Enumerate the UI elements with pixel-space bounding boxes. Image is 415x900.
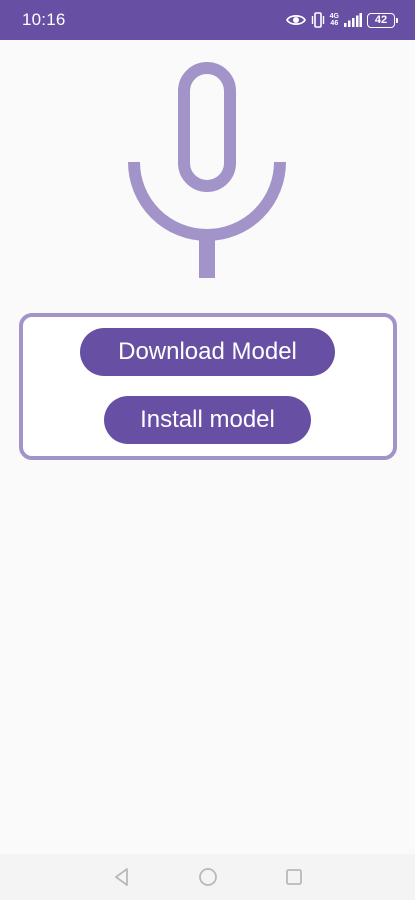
model-actions-card: Download Model Install model bbox=[19, 313, 397, 460]
status-icons: 4G 46 42 bbox=[285, 12, 398, 28]
network-type: 4G 46 bbox=[330, 13, 339, 27]
install-model-button[interactable]: Install model bbox=[104, 396, 311, 444]
home-icon[interactable] bbox=[197, 866, 219, 888]
battery-icon: 42 bbox=[367, 12, 398, 28]
navigation-bar bbox=[0, 854, 415, 900]
battery-level: 42 bbox=[374, 14, 388, 26]
vibrate-icon bbox=[311, 12, 325, 28]
network-type-top: 4G bbox=[329, 13, 339, 20]
status-time: 10:16 bbox=[22, 10, 66, 29]
eye-icon bbox=[285, 13, 306, 27]
download-model-button[interactable]: Download Model bbox=[80, 328, 335, 376]
network-type-bottom: 46 bbox=[330, 20, 339, 27]
recents-icon[interactable] bbox=[283, 866, 305, 888]
status-bar: 10:16 4G 46 42 bbox=[0, 0, 415, 40]
back-icon[interactable] bbox=[111, 866, 133, 888]
microphone-icon bbox=[127, 62, 288, 280]
signal-icon bbox=[344, 13, 362, 27]
